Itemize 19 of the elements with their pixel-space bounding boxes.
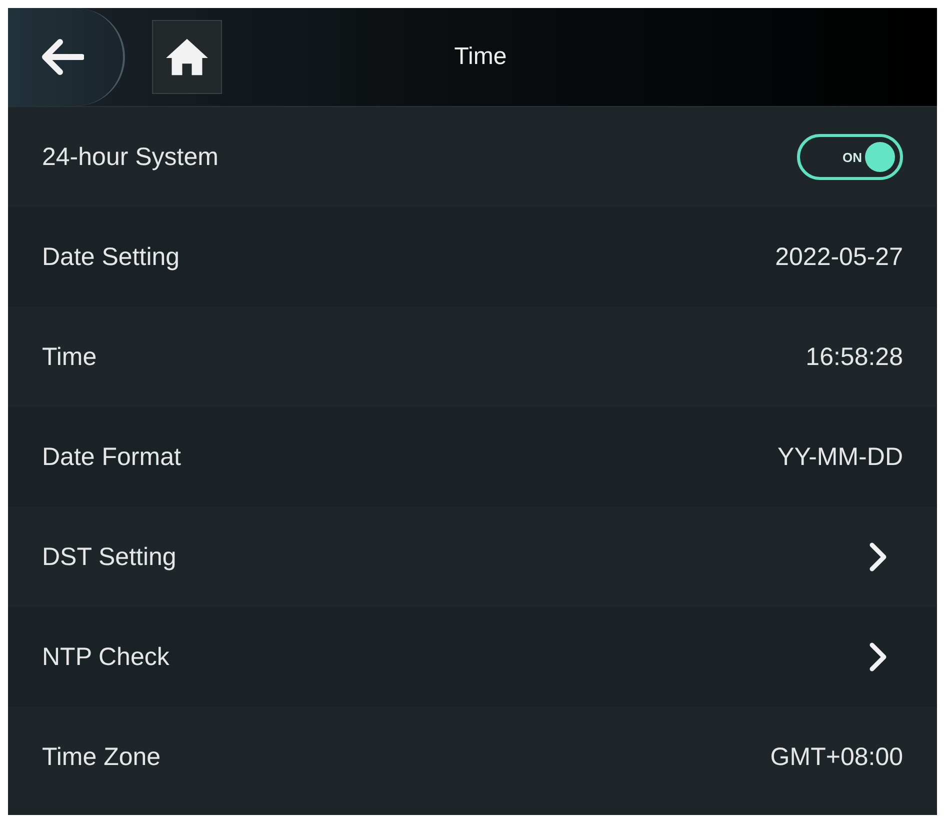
setting-label: Date Format <box>42 442 181 472</box>
home-icon <box>164 37 210 77</box>
home-button[interactable] <box>152 20 222 94</box>
screen-title: Time <box>454 43 507 71</box>
setting-value: YY-MM-DD <box>778 442 903 472</box>
setting-value: GMT+08:00 <box>770 742 903 772</box>
setting-label: 24-hour System <box>42 142 218 172</box>
chevron-right-icon <box>869 642 887 672</box>
back-arrow-icon <box>40 39 84 75</box>
setting-label: Time Zone <box>42 742 161 772</box>
setting-label: DST Setting <box>42 542 176 572</box>
setting-label: Date Setting <box>42 242 180 272</box>
setting-value: 16:58:28 <box>806 342 903 372</box>
chevron-right-icon <box>869 542 887 572</box>
back-button[interactable] <box>8 8 125 106</box>
setting-label: NTP Check <box>42 642 170 672</box>
toggle-switch[interactable]: ON <box>797 134 903 180</box>
setting-label: Time <box>42 342 97 372</box>
setting-value: 2022-05-27 <box>775 242 903 272</box>
